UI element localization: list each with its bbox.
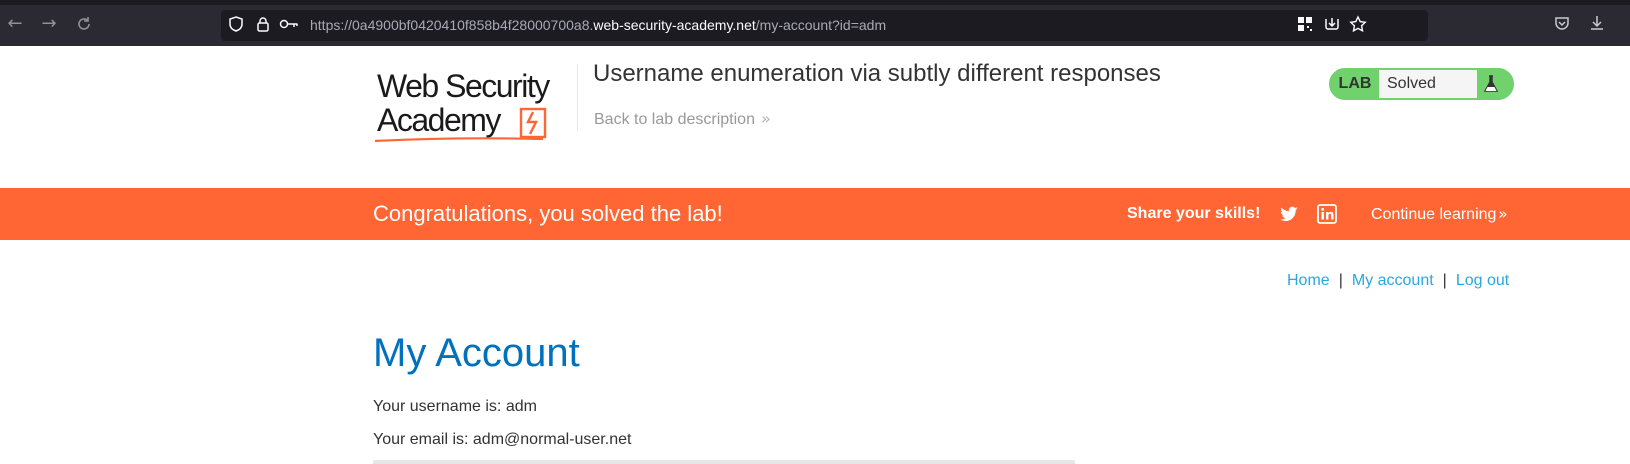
pocket-save-icon[interactable] xyxy=(1323,15,1343,35)
browser-toolbar: ← → https://0a4900bf0420410f858b4f280007… xyxy=(0,0,1630,46)
nav-separator: | xyxy=(1338,272,1343,289)
double-chevron-right-icon: » xyxy=(760,109,771,128)
back-to-lab-description-link[interactable]: Back to lab description » xyxy=(594,109,771,129)
tab-strip xyxy=(0,0,1630,5)
email-line: Your email is: adm@normal-user.net xyxy=(373,431,632,448)
forward-icon[interactable]: → xyxy=(38,13,60,35)
linkedin-icon[interactable] xyxy=(1317,204,1337,224)
download-icon[interactable] xyxy=(1588,14,1608,34)
continue-learning-link[interactable]: Continue learning» xyxy=(1371,205,1508,224)
lab-title: Username enumeration via subtly differen… xyxy=(593,60,1161,87)
star-icon[interactable] xyxy=(1349,15,1369,35)
share-skills-label: Share your skills! xyxy=(1127,205,1261,222)
back-link-label: Back to lab description xyxy=(594,111,755,128)
lock-icon[interactable] xyxy=(254,15,274,35)
continue-learning-label: Continue learning xyxy=(1371,206,1497,223)
back-icon[interactable]: ← xyxy=(4,13,26,35)
my-account-link[interactable]: My account xyxy=(1352,272,1434,289)
update-email-form xyxy=(373,460,1075,464)
home-link[interactable]: Home xyxy=(1287,272,1330,289)
lab-status-badge: LAB Solved xyxy=(1329,68,1514,100)
account-nav: Home | My account | Log out xyxy=(1287,272,1509,290)
double-chevron-right-icon: » xyxy=(1498,205,1508,223)
twitter-icon[interactable] xyxy=(1279,204,1299,224)
qr-icon[interactable] xyxy=(1296,15,1316,35)
lab-status-value: Solved xyxy=(1379,70,1477,98)
address-bar[interactable]: https://0a4900bf0420410f858b4f28000700a8… xyxy=(221,10,1428,41)
flask-icon xyxy=(1481,74,1501,94)
url-text[interactable]: https://0a4900bf0420410f858b4f28000700a8… xyxy=(310,16,886,35)
svg-text:Academy: Academy xyxy=(377,102,501,138)
lab-tag: LAB xyxy=(1338,75,1372,92)
divider xyxy=(577,64,578,130)
reload-icon[interactable] xyxy=(73,13,95,35)
page-title: My Account xyxy=(373,331,580,375)
shield-icon[interactable] xyxy=(227,15,247,35)
nav-separator: | xyxy=(1442,272,1447,289)
web-security-academy-logo[interactable]: Web Security Academy xyxy=(373,67,577,147)
solved-banner: Congratulations, you solved the lab! Sha… xyxy=(0,188,1630,240)
key-icon[interactable] xyxy=(279,15,299,35)
log-out-link[interactable]: Log out xyxy=(1456,272,1509,289)
congratulations-message: Congratulations, you solved the lab! xyxy=(373,201,723,226)
pocket-icon[interactable] xyxy=(1553,14,1573,34)
lab-header: Web Security Academy Username enumeratio… xyxy=(0,46,1630,188)
username-line: Your username is: adm xyxy=(373,398,537,415)
svg-text:Web Security: Web Security xyxy=(377,68,550,104)
